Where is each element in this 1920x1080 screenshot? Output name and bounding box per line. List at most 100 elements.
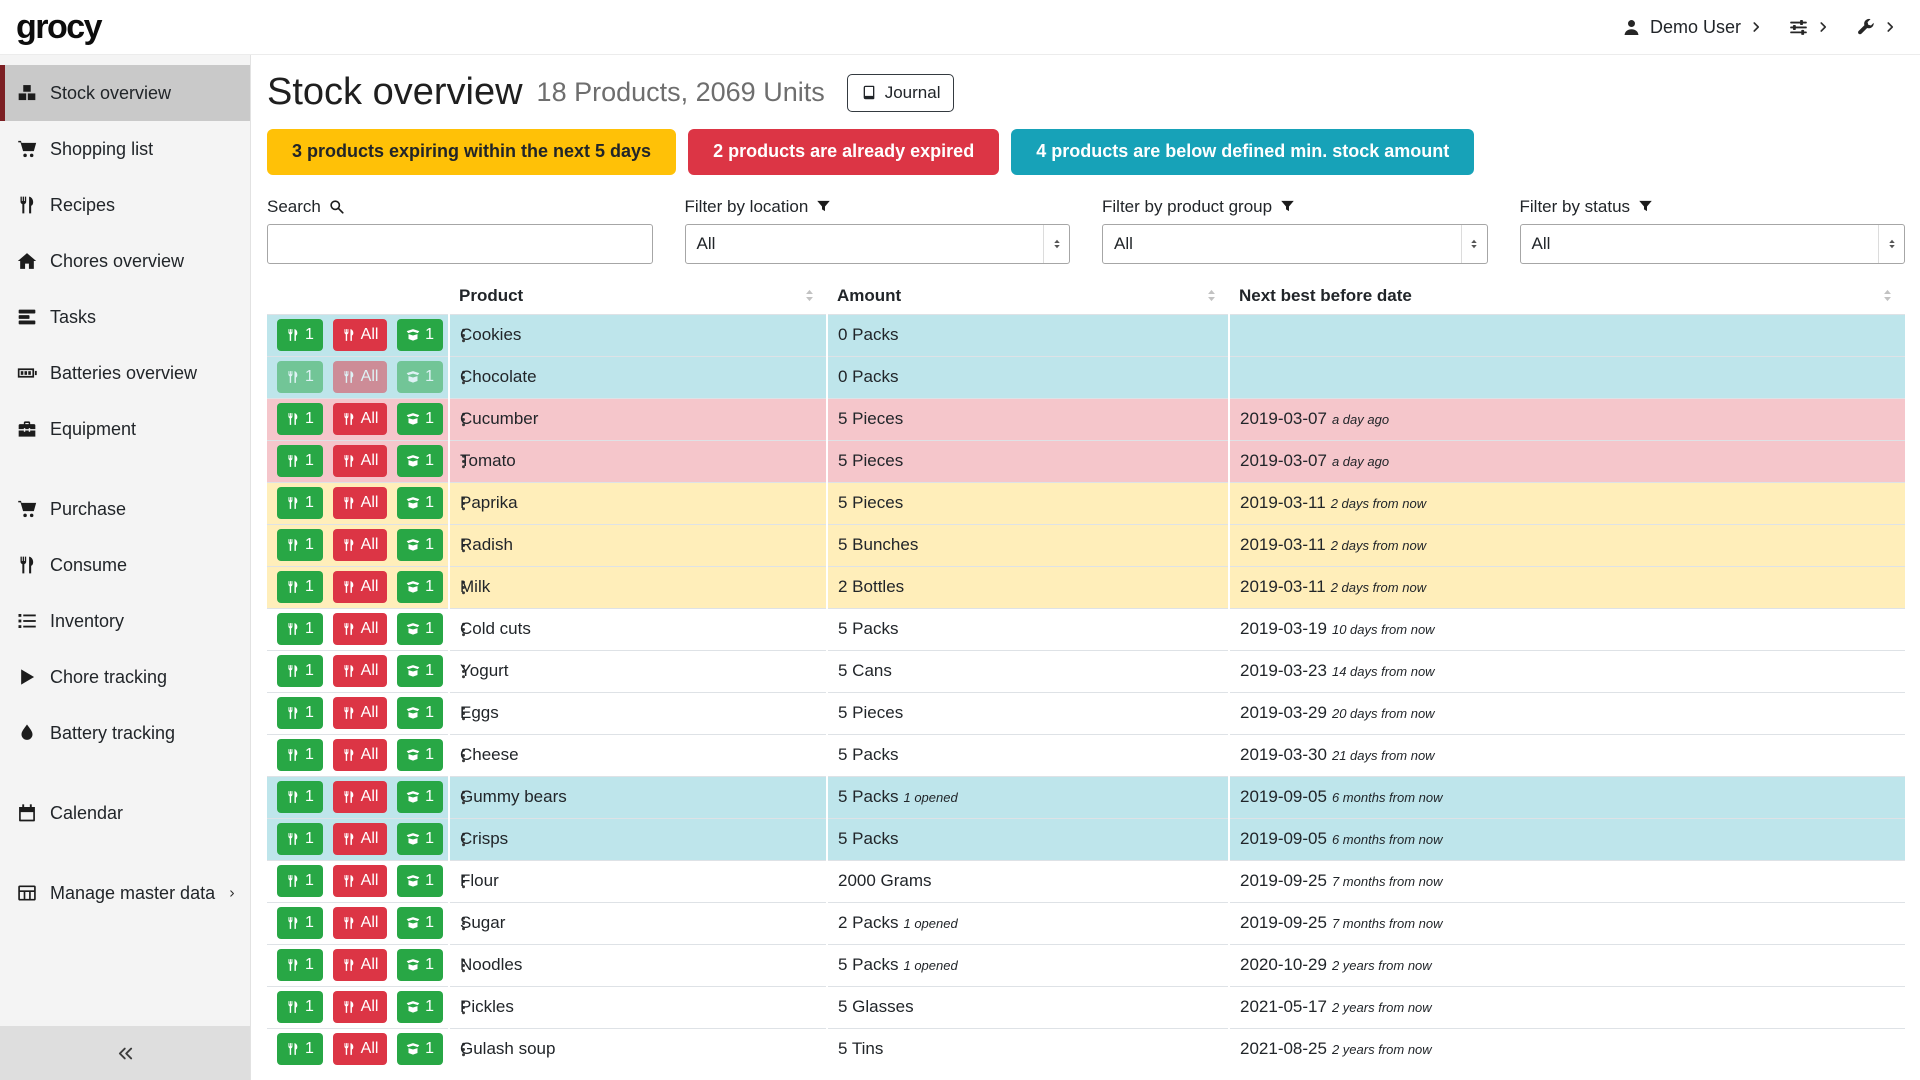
user-menu[interactable]: Demo User bbox=[1622, 17, 1762, 38]
consume-one-button[interactable]: 1 bbox=[277, 529, 323, 561]
open-one-button[interactable]: 1 bbox=[397, 865, 443, 897]
expiring-products-alert[interactable]: 3 products expiring within the next 5 da… bbox=[267, 129, 676, 175]
open-one-button[interactable]: 1 bbox=[397, 991, 443, 1023]
sidebar-item-recipes[interactable]: Recipes bbox=[0, 177, 250, 233]
consume-all-button[interactable]: All bbox=[333, 445, 388, 477]
consume-one-button[interactable]: 1 bbox=[277, 319, 323, 351]
open-one-button[interactable]: 1 bbox=[397, 697, 443, 729]
sidebar-collapse-button[interactable] bbox=[0, 1026, 250, 1080]
consume-all-button[interactable]: All bbox=[333, 739, 388, 771]
product-group-select[interactable]: All bbox=[1102, 224, 1488, 264]
utensils-icon bbox=[342, 454, 356, 468]
status-select[interactable]: All bbox=[1520, 224, 1906, 264]
consume-one-button[interactable]: 1 bbox=[277, 361, 323, 393]
product-name: Cheese bbox=[449, 734, 827, 776]
product-best-before-date: 2021-08-252 years from now bbox=[1229, 1028, 1905, 1070]
open-one-button[interactable]: 1 bbox=[397, 907, 443, 939]
app-logo[interactable]: grocy bbox=[16, 8, 101, 47]
consume-all-button[interactable]: All bbox=[333, 361, 388, 393]
consume-all-button[interactable]: All bbox=[333, 1033, 388, 1065]
consume-one-button[interactable]: 1 bbox=[277, 1033, 323, 1065]
open-one-button[interactable]: 1 bbox=[397, 823, 443, 855]
sidebar-item-calendar[interactable]: Calendar bbox=[0, 785, 250, 841]
consume-all-button[interactable]: All bbox=[333, 319, 388, 351]
consume-all-button[interactable]: All bbox=[333, 487, 388, 519]
consume-one-button[interactable]: 1 bbox=[277, 445, 323, 477]
consume-all-button[interactable]: All bbox=[333, 697, 388, 729]
search-icon bbox=[329, 199, 344, 214]
column-header-best-before-date[interactable]: Next best before date bbox=[1229, 278, 1905, 315]
product-name: Flour bbox=[449, 860, 827, 902]
sidebar-item-equipment[interactable]: Equipment bbox=[0, 401, 250, 457]
product-best-before-date: 2019-03-2920 days from now bbox=[1229, 692, 1905, 734]
consume-one-button[interactable]: 1 bbox=[277, 613, 323, 645]
open-one-button[interactable]: 1 bbox=[397, 949, 443, 981]
consume-one-button[interactable]: 1 bbox=[277, 655, 323, 687]
open-one-button[interactable]: 1 bbox=[397, 1033, 443, 1065]
sidebar-item-chore-tracking[interactable]: Chore tracking bbox=[0, 649, 250, 705]
sidebar-item-manage-master-data[interactable]: Manage master data bbox=[0, 865, 250, 921]
consume-one-button[interactable]: 1 bbox=[277, 697, 323, 729]
open-one-button[interactable]: 1 bbox=[397, 529, 443, 561]
open-one-button[interactable]: 1 bbox=[397, 571, 443, 603]
consume-all-button[interactable]: All bbox=[333, 655, 388, 687]
consume-one-button[interactable]: 1 bbox=[277, 949, 323, 981]
consume-one-button[interactable]: 1 bbox=[277, 781, 323, 813]
main-content: Stock overview 18 Products, 2069 Units J… bbox=[251, 55, 1920, 1080]
open-one-button[interactable]: 1 bbox=[397, 403, 443, 435]
consume-one-button[interactable]: 1 bbox=[277, 991, 323, 1023]
utensils-icon bbox=[342, 328, 356, 342]
sidebar-item-shopping-list[interactable]: Shopping list bbox=[0, 121, 250, 177]
consume-one-button[interactable]: 1 bbox=[277, 403, 323, 435]
open-one-button[interactable]: 1 bbox=[397, 613, 443, 645]
sidebar-item-inventory[interactable]: Inventory bbox=[0, 593, 250, 649]
utensils-icon bbox=[286, 580, 300, 594]
consume-one-button[interactable]: 1 bbox=[277, 865, 323, 897]
cart-icon bbox=[17, 139, 37, 159]
utensils-icon bbox=[286, 370, 300, 384]
sidebar-item-consume[interactable]: Consume bbox=[0, 537, 250, 593]
consume-one-button[interactable]: 1 bbox=[277, 907, 323, 939]
sidebar-item-battery-tracking[interactable]: Battery tracking bbox=[0, 705, 250, 761]
open-one-button[interactable]: 1 bbox=[397, 445, 443, 477]
consume-all-button[interactable]: All bbox=[333, 907, 388, 939]
open-one-button[interactable]: 1 bbox=[397, 655, 443, 687]
box-open-icon bbox=[406, 454, 420, 468]
open-one-button[interactable]: 1 bbox=[397, 487, 443, 519]
sidebar-item-tasks[interactable]: Tasks bbox=[0, 289, 250, 345]
consume-one-button[interactable]: 1 bbox=[277, 571, 323, 603]
open-one-button[interactable]: 1 bbox=[397, 319, 443, 351]
journal-button[interactable]: Journal bbox=[847, 74, 955, 112]
consume-one-button[interactable]: 1 bbox=[277, 823, 323, 855]
column-header-product[interactable]: Product bbox=[449, 278, 827, 315]
admin-menu[interactable] bbox=[1856, 18, 1896, 37]
consume-all-button[interactable]: All bbox=[333, 949, 388, 981]
table-row-yogurt: 1 All 1 Yogurt 5 Cans 2019-03-2314 days … bbox=[267, 650, 1905, 692]
open-one-button[interactable]: 1 bbox=[397, 739, 443, 771]
consume-one-button[interactable]: 1 bbox=[277, 739, 323, 771]
consume-all-button[interactable]: All bbox=[333, 865, 388, 897]
consume-all-button[interactable]: All bbox=[333, 991, 388, 1023]
consume-all-button[interactable]: All bbox=[333, 823, 388, 855]
sidebar-item-purchase[interactable]: Purchase bbox=[0, 481, 250, 537]
consume-all-button[interactable]: All bbox=[333, 781, 388, 813]
expired-products-alert[interactable]: 2 products are already expired bbox=[688, 129, 999, 175]
consume-all-button[interactable]: All bbox=[333, 571, 388, 603]
consume-all-button[interactable]: All bbox=[333, 529, 388, 561]
sidebar-item-stock-overview[interactable]: Stock overview bbox=[0, 65, 250, 121]
open-one-button[interactable]: 1 bbox=[397, 781, 443, 813]
column-header-amount[interactable]: Amount bbox=[827, 278, 1229, 315]
open-one-button[interactable]: 1 bbox=[397, 361, 443, 393]
sidebar-item-batteries-overview[interactable]: Batteries overview bbox=[0, 345, 250, 401]
below-min-stock-alert[interactable]: 4 products are below defined min. stock … bbox=[1011, 129, 1474, 175]
sidebar-item-chores-overview[interactable]: Chores overview bbox=[0, 233, 250, 289]
consume-all-button[interactable]: All bbox=[333, 613, 388, 645]
location-select[interactable]: All bbox=[685, 224, 1071, 264]
utensils-icon bbox=[286, 622, 300, 636]
consume-one-button[interactable]: 1 bbox=[277, 487, 323, 519]
utensils-icon bbox=[342, 622, 356, 636]
consume-all-button[interactable]: All bbox=[333, 403, 388, 435]
product-name: Milk bbox=[449, 566, 827, 608]
search-input[interactable] bbox=[267, 224, 653, 264]
settings-menu[interactable] bbox=[1789, 18, 1829, 37]
